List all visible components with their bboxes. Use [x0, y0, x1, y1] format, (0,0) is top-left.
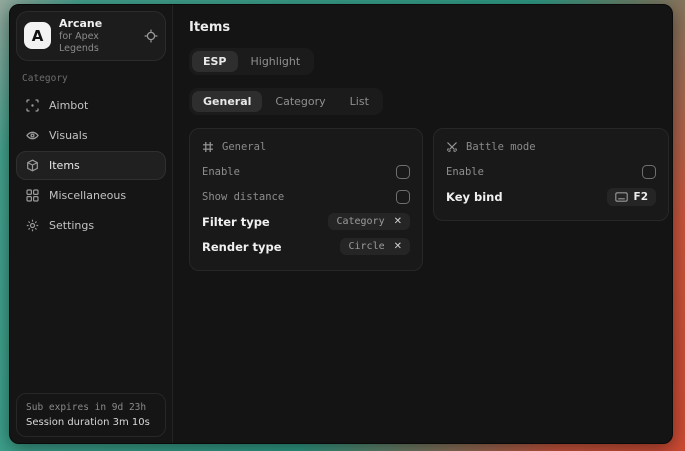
view-tab-group: General Category List — [189, 88, 383, 115]
tab-esp[interactable]: ESP — [192, 51, 238, 72]
setting-row-key-bind: Key bind F2 — [446, 184, 656, 209]
setting-row-enable: Enable — [202, 159, 410, 184]
setting-row-battle-enable: Enable — [446, 159, 656, 184]
clear-icon[interactable]: ✕ — [394, 217, 402, 227]
panel-battle-header: Battle mode — [446, 141, 656, 153]
session-duration-text: Session duration 3m 10s — [26, 417, 156, 428]
locate-crosshair-icon[interactable] — [144, 29, 158, 43]
sidebar-category-label: Category — [22, 73, 160, 84]
brand-title: Arcane — [59, 17, 136, 31]
brand-logo: A — [24, 22, 51, 49]
panel-general-header: General — [202, 141, 410, 153]
select-value: Circle — [348, 241, 384, 252]
panel-title: General — [222, 141, 266, 153]
setting-label: Show distance — [202, 191, 284, 203]
swords-icon — [446, 141, 458, 153]
panel-title: Battle mode — [466, 141, 536, 153]
keyboard-icon — [615, 192, 628, 202]
page-title: Items — [189, 20, 669, 35]
sidebar-item-items[interactable]: Items — [16, 151, 166, 180]
sub-expires-text: Sub expires in 9d 23h — [26, 402, 156, 413]
tab-highlight[interactable]: Highlight — [240, 51, 312, 72]
main-content: Items ESP Highlight General Category Lis… — [173, 5, 673, 443]
sidebar-item-label: Visuals — [49, 129, 88, 142]
panel-general: General Enable Show distance Filter type… — [189, 128, 423, 271]
sidebar-item-label: Miscellaneous — [49, 189, 126, 202]
setting-row-render-type: Render type Circle ✕ — [202, 234, 410, 259]
tab-category[interactable]: Category — [264, 91, 336, 112]
brand-card: A Arcane for Apex Legends — [16, 11, 166, 61]
keybind-value: F2 — [634, 191, 648, 203]
enable-checkbox[interactable] — [396, 165, 410, 179]
tab-general[interactable]: General — [192, 91, 262, 112]
app-window: A Arcane for Apex Legends Category Aimbo — [9, 4, 673, 444]
tab-list[interactable]: List — [339, 91, 380, 112]
subscription-card: Sub expires in 9d 23h Session duration 3… — [16, 393, 166, 437]
grid-icon — [26, 189, 39, 202]
sidebar-item-aimbot[interactable]: Aimbot — [16, 91, 166, 120]
setting-label: Enable — [202, 166, 240, 178]
sidebar-item-settings[interactable]: Settings — [16, 211, 166, 240]
render-type-select[interactable]: Circle ✕ — [340, 238, 410, 255]
brand-subtitle: for Apex Legends — [59, 31, 136, 55]
brand-text: Arcane for Apex Legends — [59, 17, 136, 55]
package-icon — [26, 159, 39, 172]
sidebar-item-label: Aimbot — [49, 99, 88, 112]
panel-battle-mode: Battle mode Enable Key bind — [433, 128, 669, 221]
setting-label: Enable — [446, 166, 484, 178]
grid-crosshair-icon — [202, 141, 214, 153]
sidebar-item-label: Items — [49, 159, 80, 172]
setting-label: Filter type — [202, 215, 270, 229]
filter-type-select[interactable]: Category ✕ — [328, 213, 410, 230]
select-value: Category — [336, 216, 384, 227]
sidebar-item-label: Settings — [49, 219, 94, 232]
sidebar: A Arcane for Apex Legends Category Aimbo — [10, 5, 173, 443]
sidebar-item-visuals[interactable]: Visuals — [16, 121, 166, 150]
panels-row: General Enable Show distance Filter type… — [189, 128, 669, 271]
clear-icon[interactable]: ✕ — [394, 242, 402, 252]
crosshair-icon — [26, 99, 39, 112]
show-distance-checkbox[interactable] — [396, 190, 410, 204]
mode-tab-group: ESP Highlight — [189, 48, 314, 75]
gear-icon — [26, 219, 39, 232]
sidebar-item-miscellaneous[interactable]: Miscellaneous — [16, 181, 166, 210]
setting-label: Key bind — [446, 190, 503, 204]
setting-row-show-distance: Show distance — [202, 184, 410, 209]
setting-row-filter-type: Filter type Category ✕ — [202, 209, 410, 234]
setting-label: Render type — [202, 240, 282, 254]
eye-icon — [26, 129, 39, 142]
sidebar-spacer — [16, 241, 166, 394]
battle-enable-checkbox[interactable] — [642, 165, 656, 179]
keybind-button[interactable]: F2 — [607, 188, 656, 206]
